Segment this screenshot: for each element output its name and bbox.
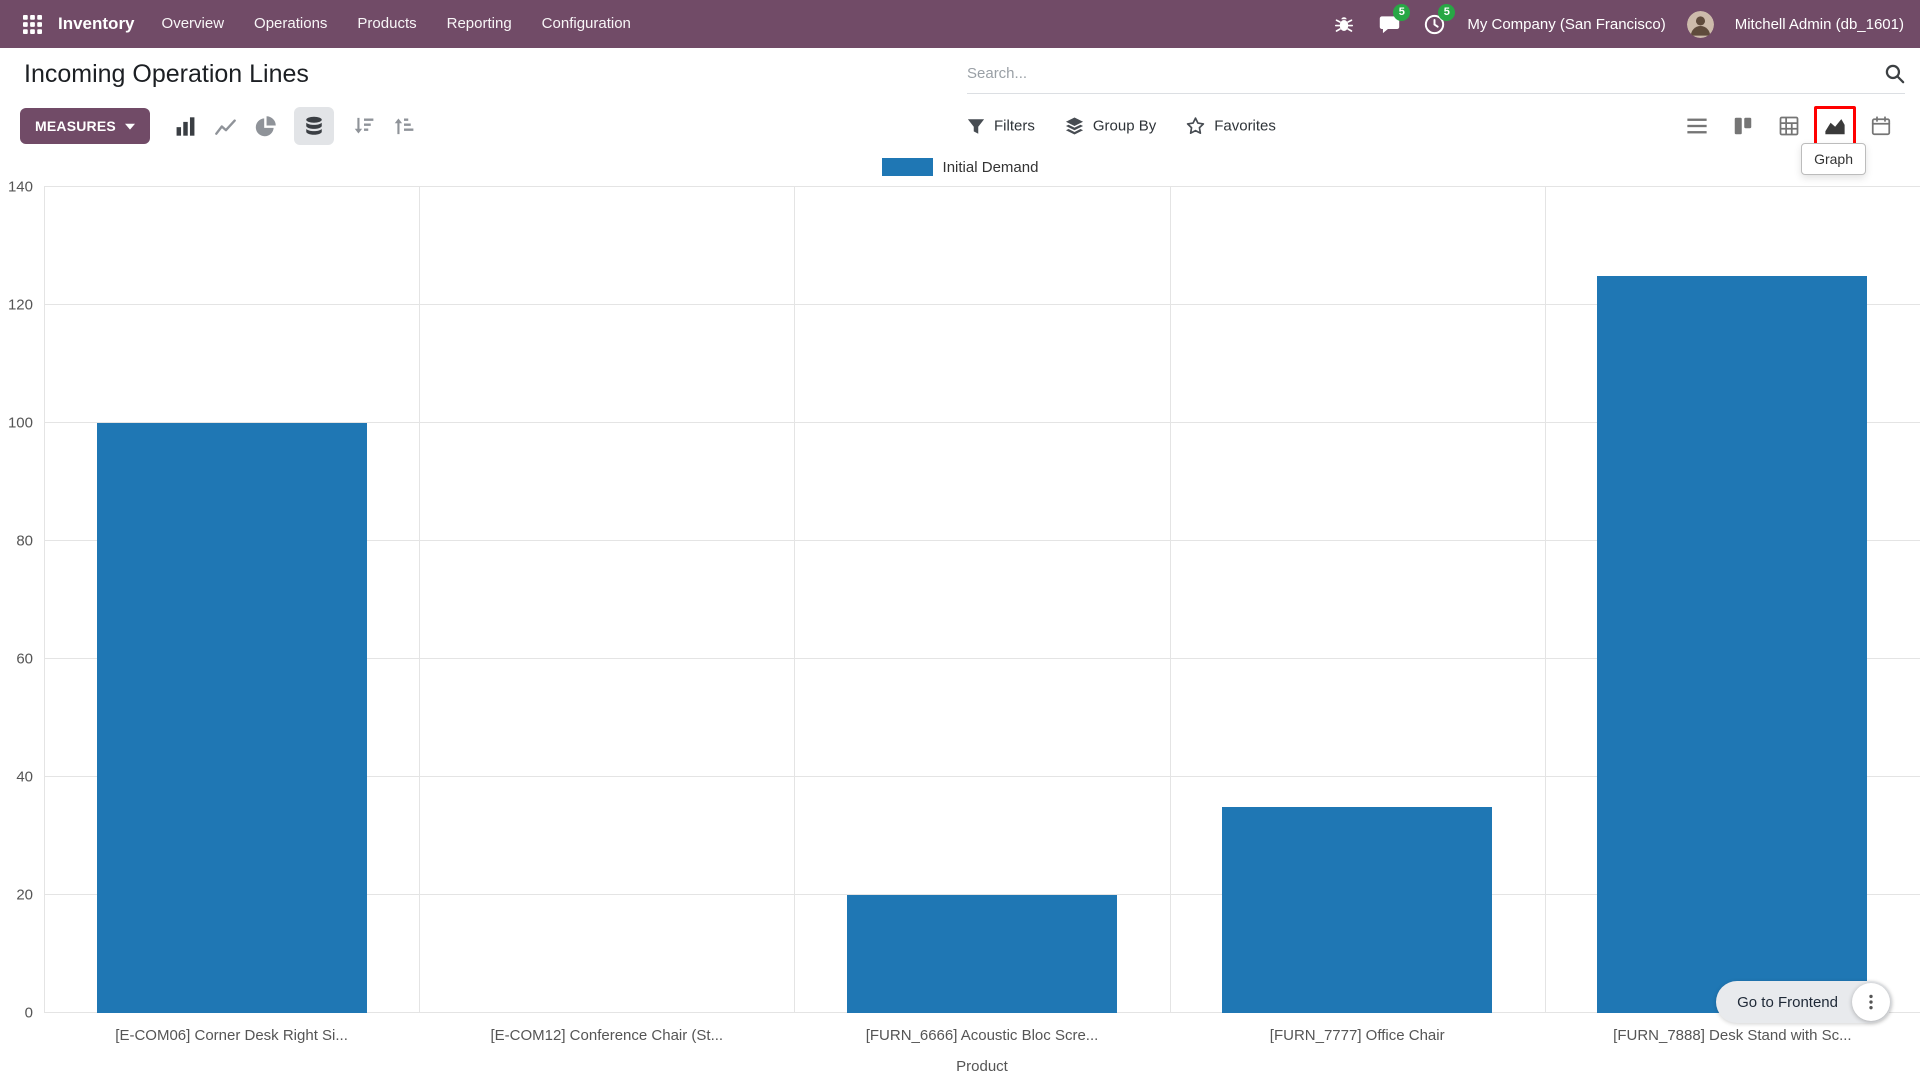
- gridline-horizontal: [44, 186, 1920, 187]
- nav-left: Inventory Overview Operations Products R…: [16, 0, 646, 48]
- sort-ascending-button[interactable]: [384, 107, 424, 145]
- sort-buttons: [344, 107, 424, 145]
- sort-ascending-icon: [394, 116, 414, 136]
- y-axis-line: [44, 187, 45, 1013]
- filters-label: Filters: [994, 118, 1035, 135]
- pie-chart-icon: [255, 116, 276, 137]
- x-axis-tick: [E-COM12] Conference Chair (St...: [491, 1027, 724, 1044]
- bar-chart: Initial Demand 020406080100120140[E-COM0…: [0, 150, 1920, 1080]
- favorites-label: Favorites: [1214, 118, 1276, 135]
- y-axis-tick: 120: [8, 297, 33, 314]
- kanban-view-icon: [1733, 116, 1753, 136]
- menu-item-reporting[interactable]: Reporting: [432, 0, 527, 48]
- group-by-button[interactable]: Group By: [1065, 117, 1156, 136]
- apps-menu-button[interactable]: [16, 8, 48, 40]
- messages-button[interactable]: 5: [1377, 12, 1401, 36]
- bar-4[interactable]: [1597, 276, 1867, 1014]
- group-by-label: Group By: [1093, 118, 1156, 135]
- menu-item-overview[interactable]: Overview: [147, 0, 240, 48]
- list-view-button[interactable]: [1676, 106, 1718, 146]
- company-switcher[interactable]: My Company (San Francisco): [1467, 16, 1665, 33]
- y-axis-tick: 0: [25, 1005, 33, 1022]
- avatar[interactable]: [1687, 11, 1714, 38]
- bar-chart-icon: [175, 116, 196, 137]
- y-axis-tick: 60: [16, 651, 33, 668]
- apps-grid-icon: [23, 15, 42, 34]
- database-stacked-icon: [304, 116, 324, 136]
- toolbar-left: MEASURES: [20, 107, 424, 145]
- calendar-view-icon: [1871, 116, 1891, 136]
- line-chart-type-button[interactable]: [206, 107, 246, 145]
- search-bar[interactable]: [967, 54, 1905, 94]
- pivot-view-icon: [1779, 116, 1799, 136]
- activities-badge: 5: [1438, 4, 1455, 21]
- graph-view-button[interactable]: [1814, 106, 1856, 146]
- header-row: Incoming Operation Lines: [0, 48, 1920, 102]
- top-navbar: Inventory Overview Operations Products R…: [0, 0, 1920, 48]
- menu-item-configuration[interactable]: Configuration: [527, 0, 646, 48]
- y-axis-tick: 140: [8, 179, 33, 196]
- bar-chart-type-button[interactable]: [166, 107, 206, 145]
- bar-2[interactable]: [847, 895, 1117, 1013]
- caret-down-icon: [125, 123, 135, 130]
- activities-button[interactable]: 5: [1422, 12, 1446, 36]
- frontend-widget: Go to Frontend: [1716, 981, 1892, 1023]
- menu-item-operations[interactable]: Operations: [239, 0, 342, 48]
- graph-tooltip: Graph: [1801, 143, 1866, 175]
- y-axis-tick: 20: [16, 887, 33, 904]
- pie-chart-type-button[interactable]: [246, 107, 286, 145]
- y-axis-tick: 40: [16, 769, 33, 786]
- measures-label: MEASURES: [35, 118, 116, 134]
- bar-0[interactable]: [97, 423, 367, 1013]
- debug-bug-icon[interactable]: [1332, 12, 1356, 36]
- vertical-ellipsis-icon: [1862, 993, 1880, 1011]
- search-options: Filters Group By Favorites: [967, 117, 1276, 136]
- stacked-toggle-button[interactable]: [294, 107, 334, 145]
- y-axis-tick: 100: [8, 415, 33, 432]
- main-menu: Overview Operations Products Reporting C…: [147, 0, 646, 48]
- more-options-button[interactable]: [1852, 983, 1890, 1021]
- measures-button[interactable]: MEASURES: [20, 108, 150, 144]
- gridline-vertical: [794, 187, 795, 1013]
- list-view-icon: [1686, 115, 1708, 137]
- gridline-vertical: [419, 187, 420, 1013]
- sort-descending-icon: [354, 116, 374, 136]
- favorites-button[interactable]: Favorites: [1186, 117, 1276, 136]
- y-axis-tick: 80: [16, 533, 33, 550]
- x-axis-tick: [FURN_7888] Desk Stand with Sc...: [1613, 1027, 1851, 1044]
- layers-icon: [1065, 117, 1084, 136]
- page-title: Incoming Operation Lines: [24, 60, 309, 89]
- chart-plot-area: 020406080100120140[E-COM06] Corner Desk …: [44, 187, 1920, 1013]
- sort-descending-button[interactable]: [344, 107, 384, 145]
- legend-label: Initial Demand: [943, 159, 1039, 176]
- graph-view-icon: [1824, 115, 1846, 137]
- legend-swatch: [882, 158, 933, 176]
- x-axis-tick: [FURN_6666] Acoustic Bloc Scre...: [866, 1027, 1099, 1044]
- filters-button[interactable]: Filters: [967, 117, 1035, 136]
- menu-item-products[interactable]: Products: [342, 0, 431, 48]
- x-axis-tick: [E-COM06] Corner Desk Right Si...: [115, 1027, 348, 1044]
- line-chart-icon: [215, 116, 236, 137]
- chart-legend-item[interactable]: Initial Demand: [0, 158, 1920, 176]
- control-panel: MEASURES: [0, 102, 1920, 150]
- filter-funnel-icon: [967, 117, 985, 135]
- kanban-view-button[interactable]: [1722, 106, 1764, 146]
- star-icon: [1186, 117, 1205, 136]
- search-icon: [1884, 63, 1905, 84]
- app-title[interactable]: Inventory: [58, 14, 135, 34]
- messages-badge: 5: [1393, 4, 1410, 21]
- x-axis-tick: [FURN_7777] Office Chair: [1270, 1027, 1445, 1044]
- calendar-view-button[interactable]: [1860, 106, 1902, 146]
- user-menu[interactable]: Mitchell Admin (db_1601): [1735, 16, 1904, 33]
- nav-right: 5 5 My Company (San Francisco) Mitchell …: [1332, 11, 1904, 38]
- search-button[interactable]: [1875, 63, 1905, 84]
- x-axis-title: Product: [44, 1058, 1920, 1075]
- bar-3[interactable]: [1222, 807, 1492, 1014]
- pivot-view-button[interactable]: [1768, 106, 1810, 146]
- search-input[interactable]: [967, 65, 1875, 82]
- gridline-vertical: [1170, 187, 1171, 1013]
- view-switcher: [1676, 106, 1902, 146]
- gridline-vertical: [1545, 187, 1546, 1013]
